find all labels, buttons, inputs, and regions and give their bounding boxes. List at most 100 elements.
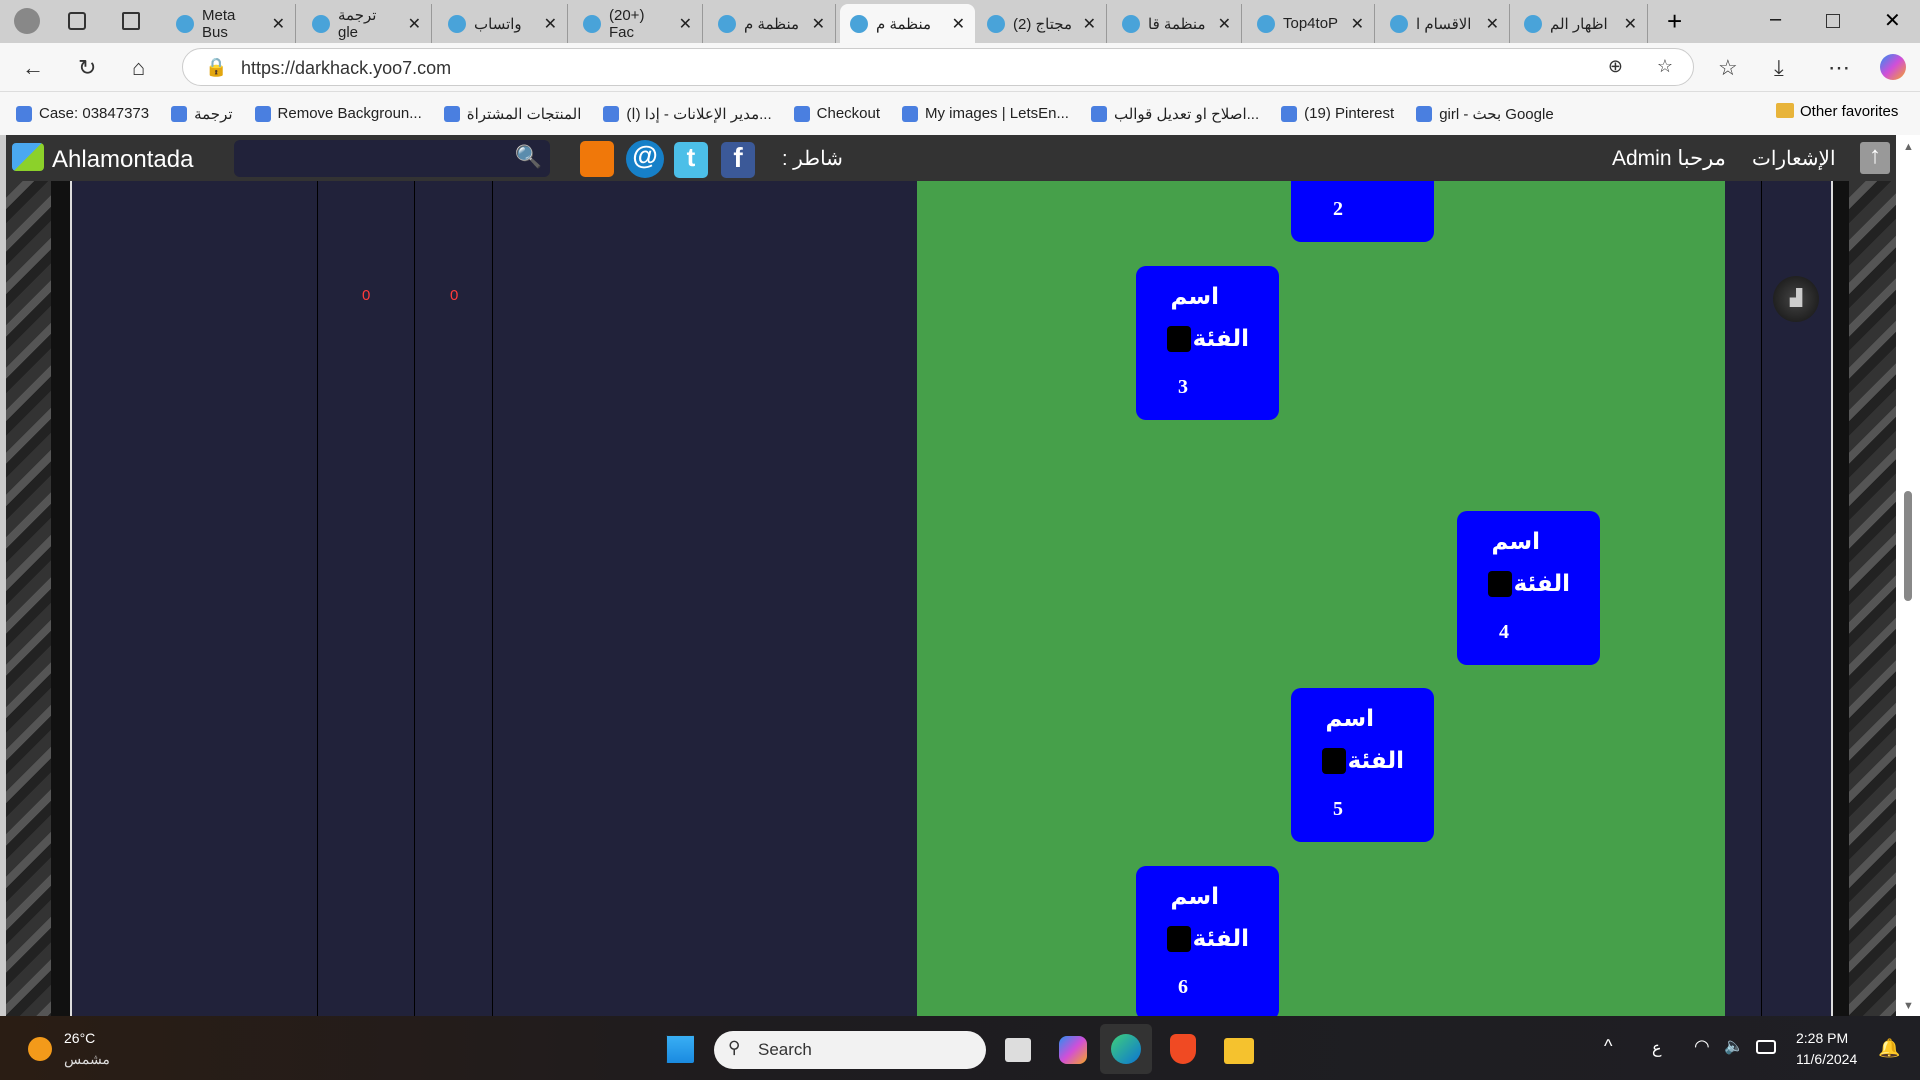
- battery-icon[interactable]: [1756, 1040, 1776, 1054]
- forum-search-input[interactable]: 🔍: [234, 140, 550, 177]
- bookmark-item[interactable]: المنتجات المشتراة: [443, 105, 581, 123]
- favorite-star-icon[interactable]: ☆: [1657, 56, 1673, 77]
- bookmark-item[interactable]: (19) Pinterest: [1281, 105, 1394, 122]
- close-tab-icon[interactable]: ✕: [1486, 14, 1499, 34]
- wifi-icon[interactable]: ◠: [1694, 1036, 1710, 1057]
- twitter-icon[interactable]: t: [674, 142, 708, 178]
- rss-icon[interactable]: [580, 141, 614, 177]
- file-explorer-icon[interactable]: [1224, 1038, 1254, 1064]
- browser-tab[interactable]: Meta Bus ✕: [166, 4, 296, 43]
- ahlamontada-logo-icon[interactable]: [12, 143, 44, 171]
- edge-icon[interactable]: [1100, 1024, 1152, 1074]
- tab-title: (2) مجتاج: [1013, 15, 1072, 33]
- home-icon[interactable]: ⌂: [132, 55, 145, 81]
- copilot-icon[interactable]: [1059, 1036, 1087, 1064]
- bookmark-item[interactable]: (ا) مدير الإعلانات - إدا...: [603, 105, 772, 123]
- scroll-top-arrow-icon[interactable]: ↑: [1860, 142, 1890, 174]
- taskbar-search[interactable]: ⚲ Search: [714, 1031, 986, 1069]
- email-icon[interactable]: @: [626, 140, 664, 178]
- back-icon[interactable]: ←: [22, 55, 44, 81]
- tab-favicon-icon: [1122, 14, 1140, 33]
- category-title: اسم: [1170, 284, 1219, 310]
- category-card[interactable]: اسم الفئة 4: [1457, 511, 1600, 665]
- column-divider: [492, 181, 493, 1016]
- bookmark-item[interactable]: ترجمة: [171, 105, 233, 123]
- browser-tab[interactable]: منظمة م ✕: [708, 4, 836, 43]
- page-scrollbar[interactable]: ▲ ▼: [1896, 135, 1920, 1016]
- browser-tab[interactable]: (20+) Fac ✕: [573, 4, 703, 43]
- more-icon[interactable]: ⋯: [1828, 55, 1850, 81]
- favorites-icon[interactable]: ☆: [1718, 55, 1738, 81]
- bookmark-item[interactable]: My images | LetsEn...: [902, 105, 1069, 122]
- task-view-icon[interactable]: [1005, 1038, 1031, 1062]
- category-card[interactable]: اسمالفئة2: [1291, 181, 1434, 242]
- input-language[interactable]: ع: [1652, 1038, 1662, 1058]
- browser-tab[interactable]: واتساب ✕: [438, 4, 568, 43]
- close-tab-icon[interactable]: ✕: [544, 14, 557, 34]
- close-tab-icon[interactable]: ✕: [1351, 14, 1364, 34]
- vertical-tabs-icon[interactable]: [122, 12, 140, 30]
- category-title: الفئة: [1192, 926, 1249, 952]
- browser-tab[interactable]: الاقسام ا ✕: [1380, 4, 1510, 43]
- volume-icon[interactable]: 🔈: [1724, 1036, 1744, 1056]
- new-tab-button[interactable]: +: [1667, 6, 1682, 37]
- close-tab-icon[interactable]: ✕: [1624, 14, 1637, 34]
- widget-toggle-button[interactable]: ▟: [1773, 276, 1819, 322]
- weather-condition[interactable]: مشمس: [64, 1051, 110, 1068]
- close-tab-icon[interactable]: ✕: [679, 14, 692, 34]
- bookmark-item[interactable]: Case: 03847373: [16, 105, 149, 122]
- weather-sun-icon[interactable]: [28, 1037, 52, 1061]
- forum-logo-text[interactable]: Ahlamontada: [52, 146, 193, 174]
- bookmark-item[interactable]: girl - بحث Google: [1416, 105, 1554, 123]
- minimize-button[interactable]: –: [1770, 8, 1781, 31]
- clock-time[interactable]: 2:28 PM: [1796, 1030, 1848, 1046]
- close-tab-icon[interactable]: ✕: [1218, 14, 1231, 34]
- category-title: الفئة: [1513, 571, 1570, 597]
- bookmark-item[interactable]: اصلاح او تعديل قوالب...: [1090, 105, 1259, 123]
- browser-tab[interactable]: (2) مجتاج ✕: [977, 4, 1107, 43]
- other-favorites[interactable]: Other favorites: [1776, 103, 1898, 120]
- facebook-icon[interactable]: f: [721, 142, 755, 178]
- clock-date[interactable]: 11/6/2024: [1796, 1051, 1857, 1067]
- search-icon[interactable]: 🔍: [515, 144, 542, 170]
- close-tab-icon[interactable]: ✕: [812, 14, 825, 34]
- bookmark-label: girl - بحث Google: [1439, 105, 1554, 123]
- browser-tab[interactable]: منظمة م ✕: [840, 4, 975, 43]
- bookmark-favicon-icon: [254, 105, 271, 122]
- close-window-button[interactable]: ✕: [1884, 8, 1901, 33]
- bookmark-favicon-icon: [1281, 105, 1298, 122]
- refresh-icon[interactable]: ↻: [78, 55, 96, 81]
- downloads-icon[interactable]: ⤓: [1774, 55, 1784, 81]
- category-card[interactable]: اسم الفئة 5: [1291, 688, 1434, 842]
- close-tab-icon[interactable]: ✕: [272, 14, 285, 34]
- scrollbar-thumb[interactable]: [1904, 491, 1912, 601]
- notification-bell-icon[interactable]: 🔔: [1878, 1038, 1900, 1059]
- url-input[interactable]: 🔒 https://darkhack.yoo7.com ⊕ ☆: [182, 48, 1694, 86]
- category-number: 4: [1499, 621, 1509, 643]
- browser-tab[interactable]: ترجمة gle ✕: [302, 4, 432, 43]
- category-card[interactable]: اسم الفئة 3: [1136, 266, 1279, 420]
- profile-icon[interactable]: [14, 8, 40, 34]
- restore-button[interactable]: [1826, 14, 1840, 28]
- copilot-icon[interactable]: [1880, 54, 1906, 80]
- welcome-admin-link[interactable]: مرحبا Admin: [1612, 146, 1726, 171]
- browser-tab[interactable]: Top4toP ✕: [1247, 4, 1375, 43]
- notifications-link[interactable]: الإشعارات: [1752, 146, 1836, 171]
- bookmark-item[interactable]: Checkout: [793, 105, 880, 122]
- close-tab-icon[interactable]: ✕: [1083, 14, 1096, 34]
- start-button[interactable]: [666, 1035, 694, 1063]
- zoom-icon[interactable]: ⊕: [1608, 56, 1623, 77]
- url-text: https://darkhack.yoo7.com: [241, 58, 452, 78]
- category-number: 6: [1178, 976, 1188, 998]
- show-hidden-icons[interactable]: ^: [1604, 1036, 1612, 1057]
- posts-count: 0: [450, 287, 459, 304]
- browser-tab[interactable]: منظمة قا ✕: [1112, 4, 1242, 43]
- close-tab-icon[interactable]: ✕: [952, 14, 965, 34]
- brave-icon[interactable]: [1170, 1034, 1196, 1064]
- category-card[interactable]: اسم الفئة 6: [1136, 866, 1279, 1016]
- close-tab-icon[interactable]: ✕: [408, 14, 421, 34]
- bookmark-item[interactable]: Remove Backgroun...: [254, 105, 422, 122]
- temperature[interactable]: 26°C: [64, 1030, 95, 1046]
- browser-tab[interactable]: اظهار الم ✕: [1514, 4, 1648, 43]
- workspaces-icon[interactable]: [68, 12, 86, 30]
